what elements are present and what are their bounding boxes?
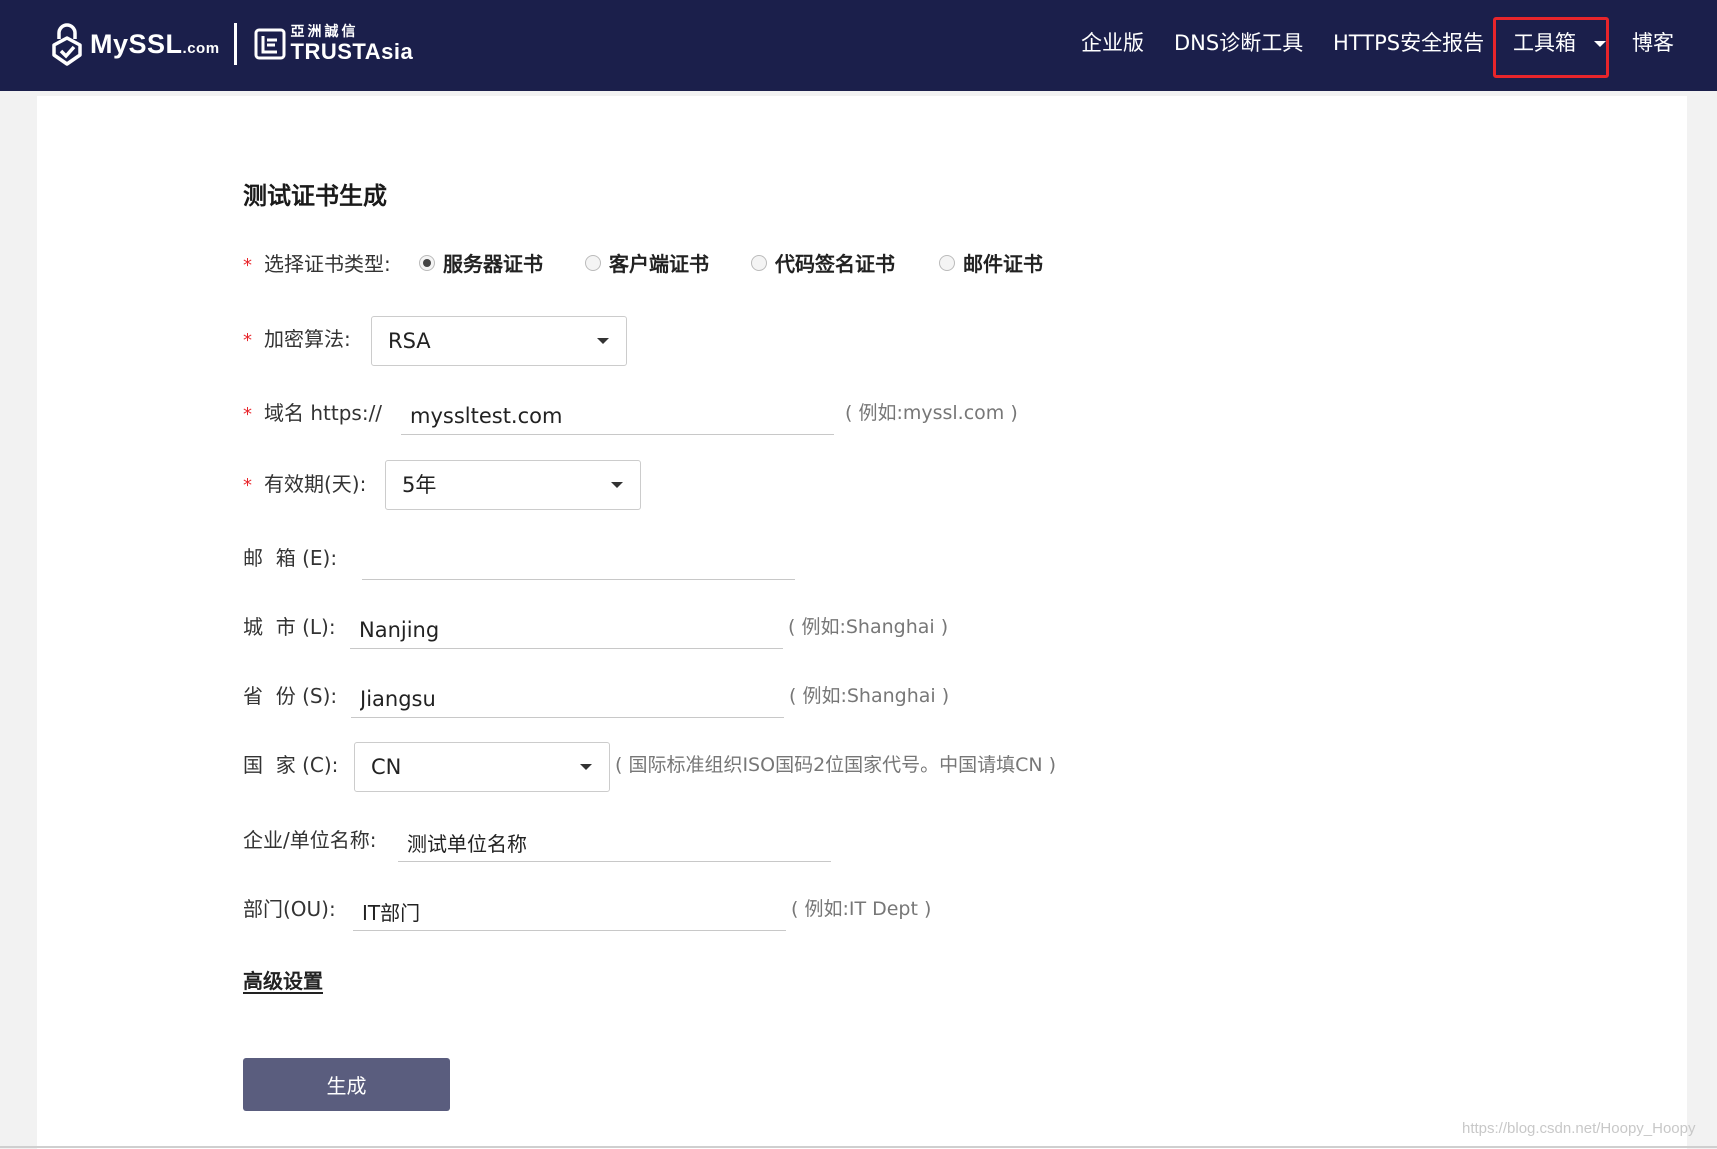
chevron-down-icon [597, 338, 609, 344]
logo-divider [233, 23, 237, 65]
nav-toolbox-label: 工具箱 [1513, 31, 1576, 55]
organization-label: 企业/单位名称: [243, 828, 377, 852]
radio-label-code-sign-cert[interactable]: 代码签名证书 [775, 249, 895, 279]
organization-input[interactable] [398, 824, 831, 862]
validity-value: 5年 [402, 473, 437, 497]
algorithm-value: RSA [388, 329, 431, 353]
top-navbar: MySSL.com 亞洲誠信 TRUSTAsia 企业版 DNS诊断工具 HTT… [0, 0, 1717, 91]
city-hint: ( 例如:Shanghai ) [788, 616, 949, 638]
logo-text: MySSL.com [90, 28, 220, 59]
page-bottom-border [0, 1146, 1717, 1148]
lock-check-icon [52, 23, 82, 66]
city-input[interactable] [350, 611, 783, 649]
required-mark: * [243, 330, 252, 351]
chevron-down-icon [580, 764, 592, 770]
validity-label: * 有效期(天): [243, 472, 367, 496]
caret-down-icon [1594, 41, 1606, 47]
nav-toolbox-dropdown[interactable]: 工具箱 [1513, 26, 1606, 60]
province-label: 省 份 (S): [243, 684, 338, 708]
radio-server-cert[interactable] [419, 255, 435, 271]
city-label: 城 市 (L): [243, 615, 336, 639]
partner-name-cn: 亞洲誠信 [290, 24, 359, 40]
country-value: CN [371, 755, 402, 779]
email-label: 邮 箱 (E): [243, 546, 338, 570]
trustasia-mark-icon [254, 28, 286, 60]
nav-enterprise[interactable]: 企业版 [1081, 26, 1144, 60]
watermark-text: https://blog.csdn.net/Hoopy_Hoopy [1462, 1120, 1696, 1137]
country-select[interactable]: CN [354, 742, 610, 792]
logo[interactable]: MySSL.com 亞洲誠信 TRUSTAsia [50, 20, 413, 68]
department-input[interactable] [353, 893, 786, 931]
radio-label-server-cert[interactable]: 服务器证书 [443, 249, 543, 279]
required-mark: * [243, 475, 252, 496]
radio-client-cert[interactable] [585, 255, 601, 271]
province-input[interactable] [351, 680, 784, 718]
country-label: 国 家 (C): [243, 753, 339, 777]
algorithm-label: * 加密算法: [243, 327, 351, 351]
radio-email-cert[interactable] [939, 255, 955, 271]
cert-type-label: * 选择证书类型: [243, 252, 391, 276]
radio-code-sign-cert[interactable] [751, 255, 767, 271]
partner-name-en: TRUSTAsia [290, 39, 414, 64]
domain-input[interactable] [401, 397, 834, 435]
domain-label: * 域名 https:// [243, 401, 383, 425]
department-label: 部门(OU): [243, 897, 336, 921]
radio-label-email-cert[interactable]: 邮件证书 [963, 249, 1043, 279]
country-hint: ( 国际标准组织ISO国码2位国家代号。中国请填CN ) [615, 754, 1057, 776]
partner-logo: 亞洲誠信 TRUSTAsia [291, 25, 414, 63]
radio-label-client-cert[interactable]: 客户端证书 [609, 249, 709, 279]
page-title: 测试证书生成 [243, 182, 387, 210]
domain-hint: ( 例如:myssl.com ) [845, 402, 1018, 424]
generate-button[interactable]: 生成 [243, 1058, 450, 1111]
nav-blog[interactable]: 博客 [1632, 26, 1674, 60]
validity-select[interactable]: 5年 [385, 460, 641, 510]
department-hint: ( 例如:IT Dept ) [791, 898, 932, 920]
chevron-down-icon [611, 482, 623, 488]
required-mark: * [243, 404, 252, 425]
province-hint: ( 例如:Shanghai ) [789, 685, 950, 707]
required-mark: * [243, 255, 252, 276]
nav-https-report[interactable]: HTTPS安全报告 [1333, 26, 1484, 60]
nav-dns-tool[interactable]: DNS诊断工具 [1174, 26, 1303, 60]
algorithm-select[interactable]: RSA [371, 316, 627, 366]
email-input[interactable] [362, 542, 795, 580]
advanced-settings-link[interactable]: 高级设置 [243, 965, 323, 994]
